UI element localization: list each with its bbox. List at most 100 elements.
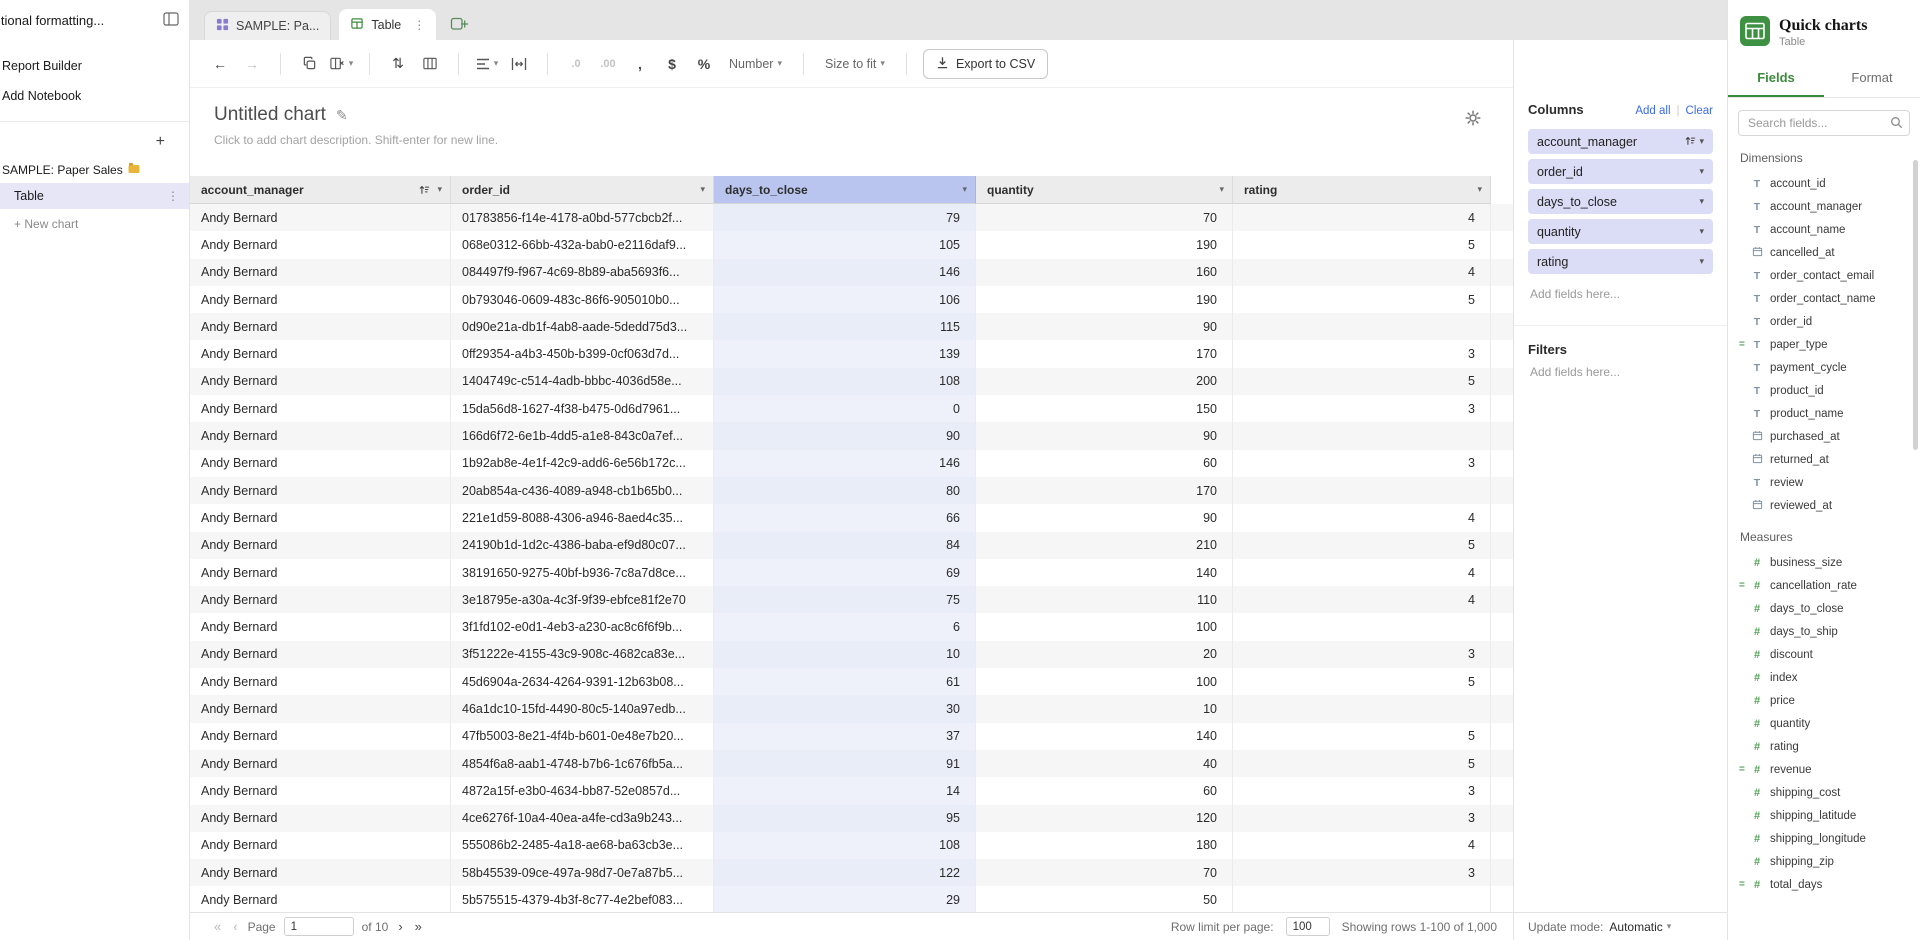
- field-days_to_close[interactable]: #days_to_close: [1728, 597, 1920, 620]
- tab-format[interactable]: Format: [1824, 61, 1920, 97]
- cell-days-to-close[interactable]: 75: [714, 586, 976, 613]
- cell-account-manager[interactable]: Andy Bernard: [190, 204, 451, 231]
- cell-account-manager[interactable]: Andy Bernard: [190, 805, 451, 832]
- cell-quantity[interactable]: 210: [976, 532, 1233, 559]
- field-returned_at[interactable]: returned_at: [1728, 448, 1920, 471]
- cell-order-id[interactable]: 38191650-9275-40bf-b936-7c8a7d8ce...: [451, 559, 714, 586]
- sidebar-item-table[interactable]: Table ⋮: [0, 183, 189, 209]
- cell-rating[interactable]: 4: [1233, 204, 1491, 231]
- cell-rating[interactable]: 3: [1233, 805, 1491, 832]
- cell-order-id[interactable]: 24190b1d-1d2c-4386-baba-ef9d80c07...: [451, 532, 714, 559]
- filters-add-fields-placeholder[interactable]: Add fields here...: [1528, 357, 1713, 387]
- field-revenue[interactable]: =#revenue: [1728, 758, 1920, 781]
- cell-rating[interactable]: 4: [1233, 504, 1491, 531]
- page-number-input[interactable]: [284, 917, 354, 936]
- cell-rating[interactable]: 3: [1233, 641, 1491, 668]
- field-rating[interactable]: #rating: [1728, 735, 1920, 758]
- field-cancelled_at[interactable]: cancelled_at: [1728, 241, 1920, 264]
- chart-description-placeholder[interactable]: Click to add chart description. Shift-en…: [214, 133, 1513, 147]
- decrease-decimal-icon[interactable]: .0: [562, 50, 590, 78]
- cell-order-id[interactable]: 5b575515-4379-4b3f-8c77-4e2bef083...: [451, 886, 714, 912]
- add-collection-button[interactable]: +: [156, 134, 165, 150]
- table-columns-button[interactable]: [416, 50, 444, 78]
- cell-quantity[interactable]: 120: [976, 805, 1233, 832]
- column-header-account_manager[interactable]: account_manager▾: [190, 176, 451, 204]
- cell-days-to-close[interactable]: 30: [714, 695, 976, 722]
- cell-account-manager[interactable]: Andy Bernard: [190, 422, 451, 449]
- cell-account-manager[interactable]: Andy Bernard: [190, 723, 451, 750]
- cell-account-manager[interactable]: Andy Bernard: [190, 340, 451, 367]
- cell-account-manager[interactable]: Andy Bernard: [190, 859, 451, 886]
- cell-rating[interactable]: 3: [1233, 859, 1491, 886]
- column-header-rating[interactable]: rating▾: [1233, 176, 1491, 204]
- cell-rating[interactable]: 5: [1233, 532, 1491, 559]
- cell-days-to-close[interactable]: 105: [714, 231, 976, 258]
- collapse-sidebar-icon[interactable]: [163, 12, 179, 29]
- new-tab-button[interactable]: [444, 8, 474, 38]
- export-csv-button[interactable]: Export to CSV: [923, 49, 1048, 79]
- field-index[interactable]: #index: [1728, 666, 1920, 689]
- column-header-days_to_close[interactable]: days_to_close▾: [714, 176, 976, 204]
- tab-sample-paper-sales[interactable]: SAMPLE: Pa...: [204, 11, 331, 40]
- cell-quantity[interactable]: 90: [976, 313, 1233, 340]
- last-page-button[interactable]: »: [413, 919, 424, 934]
- column-header-quantity[interactable]: quantity▾: [976, 176, 1233, 204]
- cell-order-id[interactable]: 58b45539-09ce-497a-98d7-0e7a87b5...: [451, 859, 714, 886]
- cell-account-manager[interactable]: Andy Bernard: [190, 368, 451, 395]
- field-reviewed_at[interactable]: reviewed_at: [1728, 494, 1920, 517]
- cell-quantity[interactable]: 140: [976, 723, 1233, 750]
- cell-order-id[interactable]: 0ff29354-a4b3-450b-b399-0cf063d7d...: [451, 340, 714, 367]
- cell-days-to-close[interactable]: 37: [714, 723, 976, 750]
- cell-days-to-close[interactable]: 122: [714, 859, 976, 886]
- field-account_name[interactable]: Taccount_name: [1728, 218, 1920, 241]
- field-order_id[interactable]: Torder_id: [1728, 310, 1920, 333]
- cell-quantity[interactable]: 140: [976, 559, 1233, 586]
- cell-order-id[interactable]: 20ab854a-c436-4089-a948-cb1b65b0...: [451, 477, 714, 504]
- field-days_to_ship[interactable]: #days_to_ship: [1728, 620, 1920, 643]
- cell-account-manager[interactable]: Andy Bernard: [190, 750, 451, 777]
- cell-days-to-close[interactable]: 14: [714, 777, 976, 804]
- cell-quantity[interactable]: 90: [976, 422, 1233, 449]
- field-shipping_latitude[interactable]: #shipping_latitude: [1728, 804, 1920, 827]
- cell-order-id[interactable]: 084497f9-f967-4c69-8b89-aba5693f6...: [451, 259, 714, 286]
- cell-rating[interactable]: 5: [1233, 231, 1491, 258]
- field-price[interactable]: #price: [1728, 689, 1920, 712]
- cell-order-id[interactable]: 166d6f72-6e1b-4dd5-a1e8-843c0a7ef...: [451, 422, 714, 449]
- cell-quantity[interactable]: 10: [976, 695, 1233, 722]
- cell-days-to-close[interactable]: 139: [714, 340, 976, 367]
- add-all-link[interactable]: Add all: [1635, 105, 1670, 117]
- cell-days-to-close[interactable]: 95: [714, 805, 976, 832]
- cell-days-to-close[interactable]: 146: [714, 259, 976, 286]
- cell-days-to-close[interactable]: 115: [714, 313, 976, 340]
- cell-quantity[interactable]: 40: [976, 750, 1233, 777]
- cell-quantity[interactable]: 190: [976, 231, 1233, 258]
- cell-rating[interactable]: 5: [1233, 723, 1491, 750]
- percent-format-button[interactable]: %: [690, 50, 718, 78]
- cell-quantity[interactable]: 190: [976, 286, 1233, 313]
- prev-page-button[interactable]: ‹: [231, 919, 239, 934]
- cell-account-manager[interactable]: Andy Bernard: [190, 450, 451, 477]
- tab-fields[interactable]: Fields: [1728, 61, 1824, 97]
- cell-order-id[interactable]: 1404749c-c514-4adb-bbbc-4036d58e...: [451, 368, 714, 395]
- cell-order-id[interactable]: 4854f6a8-aab1-4748-b7b6-1c676fb5a...: [451, 750, 714, 777]
- cell-days-to-close[interactable]: 108: [714, 832, 976, 859]
- cell-rating[interactable]: 5: [1233, 750, 1491, 777]
- column-pill-quantity[interactable]: quantity▾: [1528, 219, 1713, 244]
- currency-format-button[interactable]: $: [658, 50, 686, 78]
- edit-title-icon[interactable]: ✎: [336, 107, 348, 124]
- columns-add-fields-placeholder[interactable]: Add fields here...: [1528, 279, 1713, 309]
- cell-rating[interactable]: 4: [1233, 586, 1491, 613]
- field-product_id[interactable]: Tproduct_id: [1728, 379, 1920, 402]
- cell-rating[interactable]: [1233, 313, 1491, 340]
- cell-account-manager[interactable]: Andy Bernard: [190, 532, 451, 559]
- cell-rating[interactable]: [1233, 477, 1491, 504]
- cell-quantity[interactable]: 100: [976, 668, 1233, 695]
- cell-account-manager[interactable]: Andy Bernard: [190, 504, 451, 531]
- cell-account-manager[interactable]: Andy Bernard: [190, 559, 451, 586]
- tab-table[interactable]: Table ⋮: [339, 9, 436, 40]
- cell-rating[interactable]: 5: [1233, 668, 1491, 695]
- size-to-fit-dropdown[interactable]: Size to fit ▾: [818, 50, 892, 78]
- cell-quantity[interactable]: 70: [976, 204, 1233, 231]
- cell-days-to-close[interactable]: 90: [714, 422, 976, 449]
- back-button[interactable]: ←: [206, 50, 234, 78]
